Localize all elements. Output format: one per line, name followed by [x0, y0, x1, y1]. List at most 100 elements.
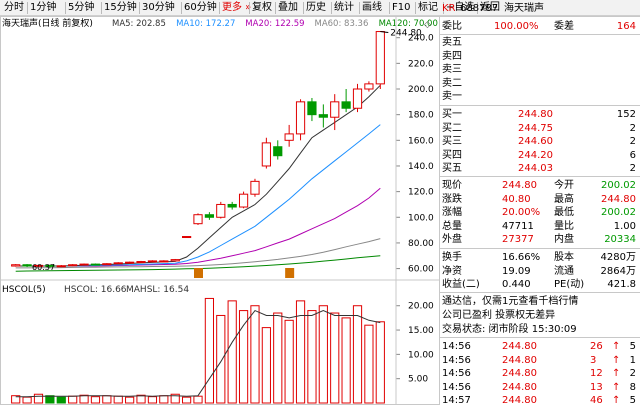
tick-count: 5: [629, 341, 636, 352]
stat-value: 244.80: [601, 193, 636, 205]
event-marker[interactable]: [194, 268, 203, 278]
stat-label: 股本: [554, 252, 574, 263]
stat-label: 换手: [442, 252, 462, 263]
tick-row: 14:56 244.80 12 ↑ 2: [440, 367, 640, 380]
candle: [170, 259, 180, 262]
stat-label: 量比: [554, 220, 574, 232]
price-tick-label: 200.0: [408, 85, 434, 95]
annotations: 244.80 60.37: [32, 29, 422, 272]
event-marker[interactable]: [285, 268, 295, 278]
chart-title: 海天瑞声(日线 前复权): [2, 17, 93, 29]
vol-bar: [307, 310, 317, 404]
sell-level-label: 卖五: [442, 37, 462, 48]
stat-value: 47711: [502, 220, 534, 232]
candle: [125, 261, 135, 264]
stat-row: 外盘 27377 内盘 20334: [440, 233, 640, 246]
sell-level: 卖二: [440, 77, 640, 90]
candle: [261, 142, 271, 167]
candle: [147, 260, 158, 263]
trade-status-row: 交易状态: 闭市阶段 15:30:09: [440, 323, 640, 336]
candle: [22, 264, 32, 267]
tick-time: 14:56: [442, 368, 471, 379]
tick-price: 244.80: [502, 368, 537, 379]
stat-row: 收益(二) 0.440 PE(动) 421.8: [440, 278, 640, 291]
candle: [273, 146, 283, 157]
price-tick-label: 220.0: [408, 59, 434, 69]
stat-value: 2864万: [600, 265, 636, 277]
vol-bar: [113, 395, 123, 404]
up-arrow-icon: ↑: [612, 368, 621, 379]
candle: [102, 263, 112, 266]
vol-bar: [284, 319, 294, 404]
tick-time: 14:56: [442, 341, 471, 352]
vol-tick-label: 20.00: [408, 302, 434, 312]
candle: [284, 133, 294, 141]
up-arrow-icon: ↑: [612, 341, 621, 352]
diamond-icon: ◇: [424, 20, 431, 30]
sell-level-label: 卖二: [442, 77, 462, 89]
price-tick-label: 100.0: [408, 213, 434, 223]
stat-value: 0.440: [502, 279, 531, 290]
volume-panel: HSCOL(5) HSCOL: 16.66 MAHSL: 16.54 20.00 15.…: [2, 285, 434, 404]
stat-value: 16.66%: [502, 252, 541, 263]
vol-bar: [182, 396, 192, 404]
ma-legend-item: MA10: 172.27: [176, 19, 235, 29]
ma-line-ma20: [15, 187, 381, 267]
divider: [440, 292, 640, 293]
stat-label: 涨跌: [442, 193, 462, 205]
vol-bar: [375, 321, 385, 404]
divider: [440, 248, 640, 249]
stat-label: 现价: [442, 180, 462, 191]
vol-bar: [22, 396, 32, 404]
stat-label: 最低: [554, 207, 574, 218]
vol-bar: [341, 317, 351, 404]
sell-level: 卖五: [440, 36, 640, 49]
candle: [68, 264, 78, 267]
price-axis: 240.0220.0200.0180.0160.0140.0120.0100.0…: [396, 34, 434, 275]
buy-level-vol: 2: [629, 136, 636, 147]
up-arrow-icon: ↑: [612, 381, 621, 393]
stat-row: 现价 244.80 今开 200.02: [440, 179, 640, 192]
divider: [440, 34, 640, 35]
price-tick-label: 120.0: [408, 188, 434, 198]
price-tick-label: 180.0: [408, 111, 434, 121]
sell-level: 卖四: [440, 50, 640, 63]
stat-value: 20.00%: [502, 207, 541, 218]
tick-time: 14:56: [442, 381, 471, 393]
vol-bar: [159, 395, 169, 404]
stat-label: 总量: [442, 220, 462, 232]
vol-bar: [273, 312, 283, 404]
tick-time: 14:57: [442, 395, 471, 406]
vol-bar: [364, 324, 374, 404]
stat-value: 20334: [604, 234, 636, 245]
divider: [440, 105, 640, 106]
vol-bar: [318, 305, 328, 404]
buy-level-price: 244.03: [518, 163, 553, 174]
kline-chart: 海天瑞声(日线 前复权) MA5: 202.85 MA10: 172.27 MA20…: [0, 16, 440, 405]
vol-bar: [227, 300, 237, 404]
stat-label: PE(动): [554, 279, 585, 290]
vol-tick-label: 15.00: [408, 326, 434, 336]
vol-bar: [33, 393, 44, 404]
tick-vol: 26: [590, 341, 603, 352]
up-arrow-icon: ↑: [612, 354, 621, 366]
buy-level-price: 244.20: [518, 149, 553, 161]
stat-row: 净资 19.09 流通 2864万: [440, 265, 640, 278]
stock-code: 688787: [460, 3, 499, 14]
buy-level-label: 买五: [442, 163, 462, 174]
tick-row: 14:56 244.80 3 ↑ 1: [440, 354, 640, 367]
buy-level-vol: 152: [616, 109, 636, 120]
ma-legend-item: MA60: 83.36: [315, 19, 369, 29]
candle: [216, 203, 226, 218]
tick-row: 14:56 244.80 13 ↑ 8: [440, 381, 640, 394]
vol-bar: [250, 305, 260, 404]
ma-line-ma10: [15, 124, 381, 267]
sell-level-label: 卖三: [442, 64, 462, 75]
candle: [250, 180, 260, 195]
candle: [159, 260, 169, 263]
ma-line-ma5: [15, 84, 381, 267]
buy-level: 买四 244.20 6: [440, 149, 640, 162]
buy-level-price: 244.75: [518, 122, 553, 134]
sell-level: 卖一: [440, 90, 640, 103]
tick-count: 2: [629, 368, 636, 379]
